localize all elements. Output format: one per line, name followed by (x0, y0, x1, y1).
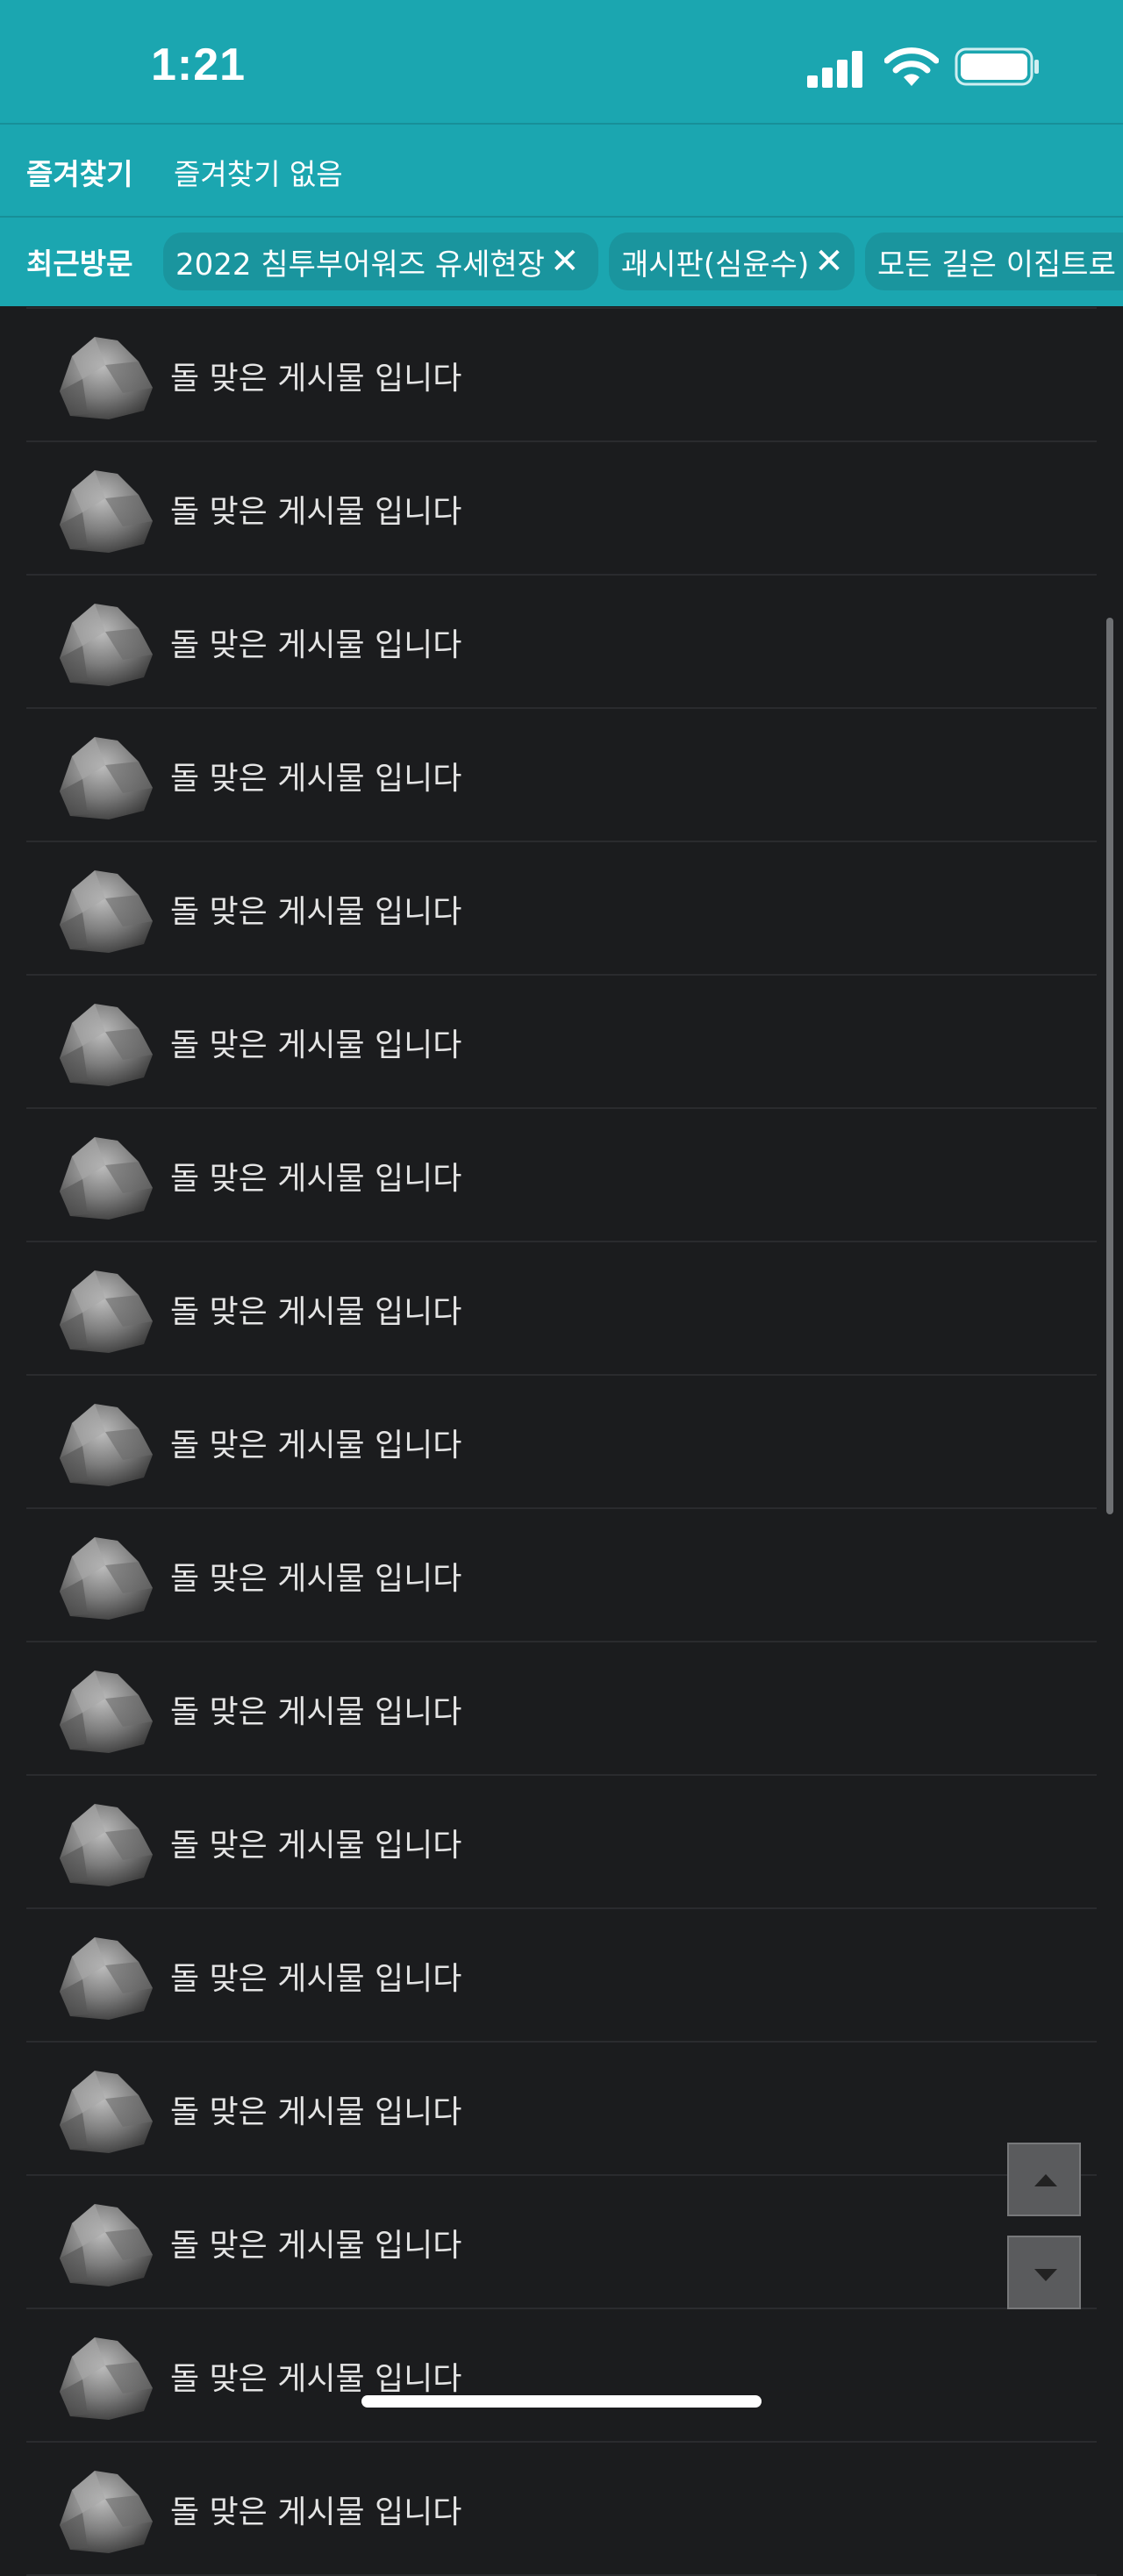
post-row[interactable]: 돌 맞은 게시물 입니다 (26, 442, 1097, 576)
recent-visits-row: 최근방문 2022 침투부어워즈 유세현장 ✕ 괘시판(심윤수) ✕ 모든 길은… (0, 218, 1123, 306)
recent-visits-title: 최근방문 (26, 247, 133, 281)
status-bar: 1:21 (0, 0, 1123, 123)
post-title[interactable]: 돌 맞은 게시물 입니다 (170, 1553, 461, 1599)
rock-icon (53, 997, 156, 1090)
post-title[interactable]: 돌 맞은 게시물 입니다 (170, 753, 461, 798)
post-row[interactable]: 돌 맞은 게시물 입니다 (26, 842, 1097, 976)
post-title[interactable]: 돌 맞은 게시물 입니다 (170, 353, 461, 398)
rock-icon (53, 330, 156, 423)
rock-icon (53, 863, 156, 956)
scroll-top-button[interactable] (1007, 2143, 1081, 2216)
post-title[interactable]: 돌 맞은 게시물 입니다 (170, 886, 461, 932)
post-row[interactable]: 돌 맞은 게시물 입니다 (26, 1376, 1097, 1509)
favorites-title: 즐겨찾기 (26, 157, 133, 191)
post-title[interactable]: 돌 맞은 게시물 입니다 (170, 1153, 461, 1199)
wifi-icon (884, 47, 939, 86)
rock-icon (53, 597, 156, 690)
post-title[interactable]: 돌 맞은 게시물 입니다 (170, 1420, 461, 1465)
post-title[interactable]: 돌 맞은 게시물 입니다 (170, 619, 461, 665)
post-row[interactable]: 돌 맞은 게시물 입니다 (26, 1642, 1097, 1776)
post-row[interactable]: 돌 맞은 게시물 입니다 (26, 976, 1097, 1109)
top-header: 1:21 즐겨찾기 즐겨찾기 없음 최근방문 2022 침투부어워즈 유세현장 … (0, 0, 1123, 306)
recent-chip-label: 모든 길은 이집트로 (877, 247, 1116, 283)
rock-icon (53, 1530, 156, 1623)
post-title[interactable]: 돌 맞은 게시물 입니다 (170, 2220, 461, 2265)
rock-icon (53, 2330, 156, 2423)
scroll-bottom-button[interactable] (1007, 2236, 1081, 2309)
status-time: 1:21 (151, 39, 247, 90)
signal-icon (807, 51, 862, 88)
rock-icon (53, 1664, 156, 1757)
rock-icon (53, 1397, 156, 1490)
post-title[interactable]: 돌 맞은 게시물 입니다 (170, 1820, 461, 1865)
post-row[interactable]: 돌 맞은 게시물 입니다 (26, 1776, 1097, 1909)
home-indicator[interactable] (361, 2395, 762, 2408)
recent-chip[interactable]: 괘시판(심윤수) ✕ (609, 233, 855, 290)
post-row[interactable]: 돌 맞은 게시물 입니다 (26, 309, 1097, 442)
favorites-row: 즐겨찾기 즐겨찾기 없음 (0, 125, 1123, 216)
status-icons (805, 42, 1042, 91)
post-row[interactable]: 돌 맞은 게시물 입니다 (26, 2176, 1097, 2309)
recent-chip-label: 2022 침투부어워즈 유세현장 (175, 247, 545, 283)
rock-icon (53, 2464, 156, 2557)
rock-icon (53, 1797, 156, 1890)
post-row[interactable]: 돌 맞은 게시물 입니다 (26, 709, 1097, 842)
post-row[interactable]: 돌 맞은 게시물 입니다 (26, 2443, 1097, 2576)
post-title[interactable]: 돌 맞은 게시물 입니다 (170, 1020, 461, 1065)
post-title[interactable]: 돌 맞은 게시물 입니다 (170, 486, 461, 532)
recent-chip-label: 괘시판(심윤수) (621, 247, 810, 283)
rock-icon (53, 2197, 156, 2290)
rock-icon (53, 2064, 156, 2157)
rock-icon (53, 1130, 156, 1223)
post-title[interactable]: 돌 맞은 게시물 입니다 (170, 1953, 461, 1999)
rock-icon (53, 1263, 156, 1356)
post-row[interactable]: 돌 맞은 게시물 입니다 (26, 2043, 1097, 2176)
post-title[interactable]: 돌 맞은 게시물 입니다 (170, 2086, 461, 2132)
post-title[interactable]: 돌 맞은 게시물 입니다 (170, 1686, 461, 1732)
post-row[interactable]: 돌 맞은 게시물 입니다 (26, 2309, 1097, 2443)
post-row[interactable]: 돌 맞은 게시물 입니다 (26, 1509, 1097, 1642)
rock-icon (53, 463, 156, 556)
scrollbar[interactable] (1106, 618, 1113, 1514)
close-icon[interactable]: ✕ (814, 244, 844, 279)
post-title[interactable]: 돌 맞은 게시물 입니다 (170, 2487, 461, 2532)
battery-icon (955, 47, 1039, 86)
post-title[interactable]: 돌 맞은 게시물 입니다 (170, 1286, 461, 1332)
triangle-up-icon (1034, 2174, 1057, 2186)
recent-chip[interactable]: 2022 침투부어워즈 유세현장 ✕ (163, 233, 598, 290)
post-row[interactable]: 돌 맞은 게시물 입니다 (26, 1909, 1097, 2043)
rock-icon (53, 730, 156, 823)
post-row[interactable]: 돌 맞은 게시물 입니다 (26, 1242, 1097, 1376)
rock-icon (53, 1930, 156, 2023)
post-row[interactable]: 돌 맞은 게시물 입니다 (26, 1109, 1097, 1242)
recent-chip[interactable]: 모든 길은 이집트로 (865, 233, 1123, 290)
post-title[interactable]: 돌 맞은 게시물 입니다 (170, 2353, 461, 2399)
triangle-down-icon (1034, 2269, 1057, 2281)
favorites-empty-text: 즐겨찾기 없음 (174, 157, 343, 191)
post-row[interactable]: 돌 맞은 게시물 입니다 (26, 576, 1097, 709)
close-icon[interactable]: ✕ (550, 244, 580, 279)
